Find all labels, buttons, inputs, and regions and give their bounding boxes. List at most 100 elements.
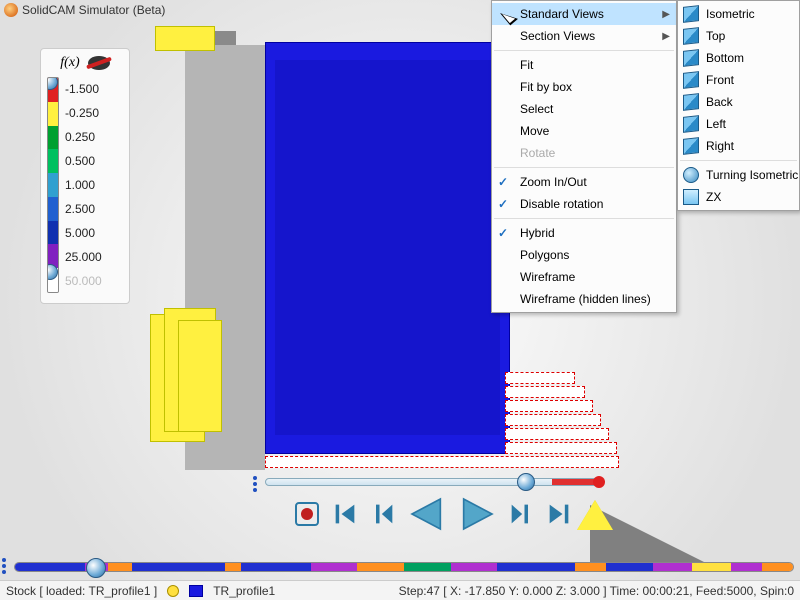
cube-icon [683, 49, 699, 67]
view-right[interactable]: Right [678, 135, 799, 157]
menu-item-zoom-in-out[interactable]: ✓Zoom In/Out [492, 171, 676, 193]
check-icon: ✓ [498, 226, 508, 240]
check-icon: ✓ [498, 197, 508, 211]
playback-options-icon[interactable] [253, 476, 257, 492]
standard-views-submenu[interactable]: IsometricTopBottomFrontBackLeftRight Turn… [677, 0, 800, 211]
menu-item-section-views[interactable]: Section Views▶ [492, 25, 676, 47]
visibility-toggle-icon[interactable] [88, 56, 110, 70]
menu-item-fit-by-box[interactable]: Fit by box [492, 76, 676, 98]
status-info: Step:47 [ X: -17.850 Y: 0.000 Z: 3.000 ]… [399, 584, 794, 598]
timeline-options-icon[interactable] [2, 558, 6, 574]
view-left[interactable]: Left [678, 113, 799, 135]
legend-value: -1.500 [65, 77, 123, 101]
cube-icon [683, 137, 699, 155]
playback-bar [265, 478, 600, 534]
legend-value: 0.250 [65, 125, 123, 149]
play-forward-button[interactable] [457, 494, 497, 534]
timeline-segment[interactable] [451, 563, 498, 571]
playback-end-marker [593, 476, 605, 488]
legend-value: 1.000 [65, 173, 123, 197]
timeline-segment[interactable] [762, 563, 793, 571]
last-button[interactable] [545, 500, 573, 528]
timeline-segment[interactable] [692, 563, 731, 571]
status-chip-icon [167, 585, 179, 597]
menu-item-fit[interactable]: Fit [492, 54, 676, 76]
record-button[interactable] [293, 500, 321, 528]
timeline-segment[interactable] [606, 563, 653, 571]
legend-value: 25.000 [65, 245, 123, 269]
view-turning-isometric[interactable]: Turning Isometric [678, 164, 799, 186]
next-button[interactable] [507, 500, 535, 528]
first-button[interactable] [331, 500, 359, 528]
cube-icon [683, 27, 699, 45]
step-2 [505, 386, 585, 398]
view-bottom[interactable]: Bottom [678, 47, 799, 69]
app-icon [4, 3, 18, 17]
submenu-arrow-icon: ▶ [662, 9, 670, 20]
app-title: SolidCAM Simulator (Beta) [22, 3, 165, 17]
fx-label: f(x) [60, 55, 79, 71]
timeline-segment[interactable] [311, 563, 358, 571]
menu-item-polygons[interactable]: Polygons [492, 244, 676, 266]
timeline-segment[interactable] [731, 563, 762, 571]
timeline-segment[interactable] [225, 563, 241, 571]
prev-button[interactable] [369, 500, 397, 528]
timeline-segment[interactable] [108, 563, 131, 571]
status-stock: Stock [ loaded: TR_profile1 ] [6, 584, 157, 598]
playback-knob[interactable] [517, 473, 535, 491]
status-operation: TR_profile1 [213, 584, 275, 598]
legend-value: 50.000 [65, 269, 123, 293]
cut-region-1 [155, 26, 215, 51]
status-part-icon [189, 585, 203, 597]
operation-timeline[interactable] [14, 562, 794, 572]
context-menu[interactable]: Standard Views▶Section Views▶ FitFit by b… [491, 0, 677, 313]
legend-values: -1.500-0.2500.2500.5001.0002.5005.00025.… [59, 77, 123, 293]
cube-icon [683, 5, 699, 23]
legend-value: 0.500 [65, 149, 123, 173]
view-back[interactable]: Back [678, 91, 799, 113]
step-1 [505, 372, 575, 384]
view-isometric[interactable]: Isometric [678, 3, 799, 25]
timeline-knob[interactable] [86, 558, 106, 578]
play-back-button[interactable] [407, 494, 447, 534]
menu-item-standard-views[interactable]: Standard Views▶ [492, 3, 676, 25]
timeline-segment[interactable] [15, 563, 85, 571]
menu-item-hybrid[interactable]: ✓Hybrid [492, 222, 676, 244]
legend-color-bar[interactable] [47, 77, 59, 293]
cube-icon [683, 115, 699, 133]
legend-value: 5.000 [65, 221, 123, 245]
status-bar: Stock [ loaded: TR_profile1 ] TR_profile… [0, 580, 800, 600]
view-front[interactable]: Front [678, 69, 799, 91]
menu-item-rotate: Rotate [492, 142, 676, 164]
timeline-segment[interactable] [132, 563, 225, 571]
step-3 [505, 400, 593, 412]
timeline-segment[interactable] [575, 563, 606, 571]
step-6 [505, 442, 617, 454]
plane-icon [683, 189, 699, 205]
menu-item-wireframe-hidden-lines-[interactable]: Wireframe (hidden lines) [492, 288, 676, 310]
menu-item-move[interactable]: Move [492, 120, 676, 142]
playback-track[interactable] [265, 478, 600, 486]
step-4 [505, 414, 601, 426]
cube-icon [683, 93, 699, 111]
timeline-segment[interactable] [653, 563, 692, 571]
timeline-segment[interactable] [497, 563, 575, 571]
globe-icon [683, 167, 699, 183]
menu-item-wireframe[interactable]: Wireframe [492, 266, 676, 288]
view-zx[interactable]: ZX [678, 186, 799, 208]
legend-value: 2.500 [65, 197, 123, 221]
cut-region-2c [178, 320, 222, 432]
step-7 [265, 456, 619, 468]
step-5 [505, 428, 609, 440]
playback-remaining [552, 479, 599, 485]
timeline-segment[interactable] [241, 563, 311, 571]
menu-item-select[interactable]: Select [492, 98, 676, 120]
menu-item-disable-rotation[interactable]: ✓Disable rotation [492, 193, 676, 215]
playback-controls [265, 494, 600, 534]
timeline-segment[interactable] [404, 563, 451, 571]
color-legend: f(x) -1.500-0.2500.2500.5001.0002.5005.0… [40, 48, 130, 304]
submenu-arrow-icon: ▶ [662, 31, 670, 42]
cube-icon [683, 71, 699, 89]
view-top[interactable]: Top [678, 25, 799, 47]
timeline-segment[interactable] [357, 563, 404, 571]
